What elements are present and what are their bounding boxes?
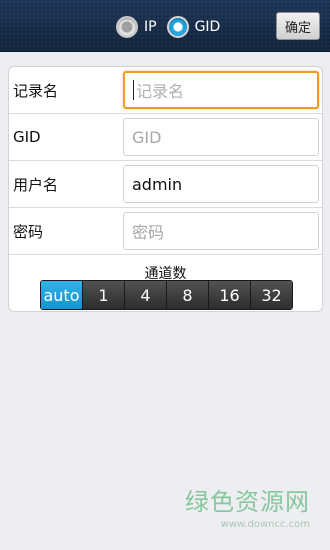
watermark-url: www.downcc.com	[220, 519, 310, 530]
channel-option-4[interactable]: 4	[125, 281, 167, 309]
radio-ip-label: IP	[144, 19, 157, 35]
row-gid: GID GID	[9, 114, 322, 161]
channel-option-1[interactable]: 1	[83, 281, 125, 309]
mode-radio-group: IP GID	[116, 14, 220, 40]
form-card: 记录名 记录名 GID GID 用户名 admin 密码 密码 通道数 auto…	[8, 66, 323, 312]
record-name-placeholder: 记录名	[136, 82, 185, 101]
radio-selected-icon	[166, 16, 189, 38]
radio-unselected-icon	[116, 16, 138, 38]
top-bar: IP GID 确定	[0, 0, 330, 52]
username-input[interactable]: admin	[123, 165, 319, 203]
row-username: 用户名 admin	[9, 161, 322, 208]
channel-option-auto[interactable]: auto	[41, 281, 83, 309]
radio-gid-label: GID	[194, 19, 221, 35]
record-name-input[interactable]: 记录名	[123, 71, 319, 109]
gid-label: GID	[13, 128, 41, 146]
row-record-name: 记录名 记录名	[9, 67, 322, 114]
watermark: 绿色资源网 www.downcc.com	[185, 482, 310, 530]
channel-option-8[interactable]: 8	[167, 281, 209, 309]
password-label: 密码	[13, 222, 44, 241]
password-placeholder: 密码	[132, 223, 165, 242]
text-caret	[133, 80, 134, 100]
password-input[interactable]: 密码	[123, 212, 319, 250]
channel-option-32[interactable]: 32	[251, 281, 292, 309]
radio-gid[interactable]: GID	[166, 16, 221, 38]
row-password: 密码 密码	[9, 208, 322, 255]
radio-ip[interactable]: IP	[116, 16, 157, 38]
channel-count-section: 通道数 auto 1 4 8 16 32	[9, 261, 322, 313]
watermark-text: 绿色资源网	[185, 488, 310, 516]
gid-input[interactable]: GID	[123, 118, 319, 156]
channel-option-16[interactable]: 16	[209, 281, 251, 309]
username-value: admin	[132, 174, 183, 194]
channel-count-segmented-control: auto 1 4 8 16 32	[40, 280, 293, 310]
record-name-label: 记录名	[13, 81, 59, 100]
username-label: 用户名	[13, 175, 59, 194]
confirm-button[interactable]: 确定	[276, 12, 320, 40]
gid-placeholder: GID	[132, 127, 162, 147]
